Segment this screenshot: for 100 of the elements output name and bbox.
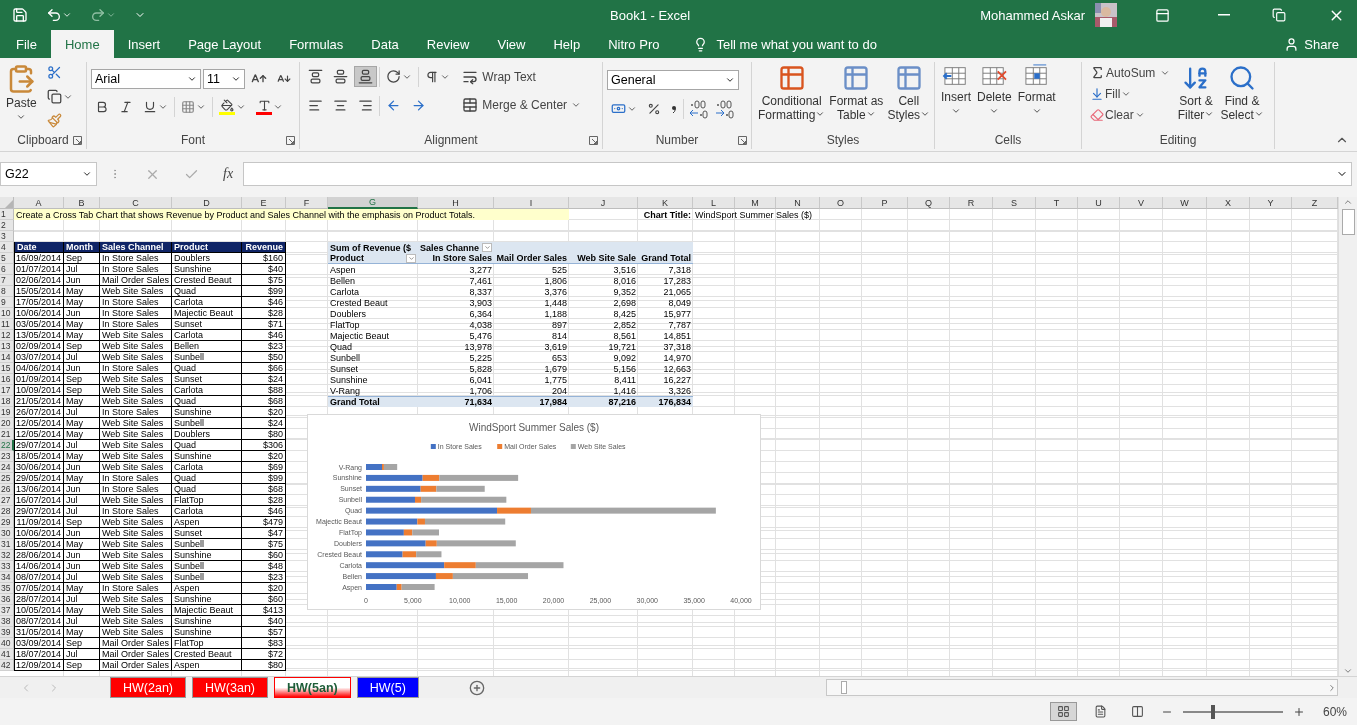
pivot-total-cell: Grand Total <box>328 396 418 407</box>
row-header[interactable]: 1 <box>0 209 14 220</box>
table-cell: $479 <box>242 517 286 528</box>
menu-tab[interactable]: File <box>2 30 51 58</box>
menu-tab[interactable]: Nitro Pro <box>594 30 674 58</box>
delete-button[interactable]: Delete <box>975 62 1014 131</box>
pivot-cell-text: 3,277 <box>468 264 493 275</box>
sheet-tab[interactable]: HW(2an) <box>110 677 186 698</box>
column-header[interactable]: K <box>638 197 693 209</box>
column-header[interactable]: G <box>328 197 418 209</box>
conditional-formatting-button[interactable]: Conditional Formatting <box>756 62 828 131</box>
row-header[interactable]: 2 <box>0 220 14 231</box>
column-header[interactable]: H <box>418 197 494 209</box>
group-label: Clipboard <box>17 133 69 147</box>
column-header[interactable]: M <box>735 197 776 209</box>
pivot-cell-text: 5,156 <box>612 363 637 374</box>
group-label: Styles <box>826 133 860 147</box>
row-header[interactable]: 3 <box>0 231 14 242</box>
menu-tab[interactable]: Home <box>50 30 114 58</box>
menu-tab[interactable]: Insert <box>113 30 175 58</box>
table-cell: $40 <box>242 616 286 627</box>
sheet-tab[interactable]: HW(3an) <box>192 677 269 698</box>
column-header[interactable]: I <box>494 197 569 209</box>
row-header[interactable]: 42 <box>0 660 14 671</box>
pivot-total-cell: 71,634 <box>418 396 494 407</box>
menu-tab[interactable]: Help <box>539 30 595 58</box>
menu-tab[interactable]: Data <box>357 30 413 58</box>
clear-button[interactable]: Clear <box>1086 105 1174 125</box>
table-cell: Jul <box>64 264 100 275</box>
menu-tab[interactable]: View <box>483 30 540 58</box>
table-cell: $80 <box>242 429 286 440</box>
pivot-cell-text: 1,188 <box>543 308 568 319</box>
name-box[interactable]: G22 <box>0 162 97 186</box>
fill-button[interactable]: Fill <box>1086 84 1174 104</box>
merge-center-button[interactable]: Merge & Center <box>458 94 586 116</box>
column-header[interactable]: J <box>569 197 638 209</box>
table-cell: $50 <box>242 352 286 363</box>
column-header[interactable]: U <box>1078 197 1120 209</box>
sheet-tab[interactable]: HW(5an) <box>274 677 351 698</box>
column-header[interactable]: W <box>1163 197 1207 209</box>
column-header[interactable]: L <box>693 197 735 209</box>
font-name-field[interactable]: Arial <box>91 69 201 89</box>
column-header[interactable]: S <box>993 197 1036 209</box>
column-header[interactable]: Z <box>1292 197 1338 209</box>
cell-styles-button[interactable]: Cell Styles <box>885 62 933 131</box>
find-select-button[interactable]: Find & Select <box>1218 62 1266 131</box>
column-header[interactable]: A <box>14 197 64 209</box>
table-cell: $46 <box>242 297 286 308</box>
pivot-cell-text: 653 <box>550 352 568 363</box>
column-header[interactable]: B <box>64 197 100 209</box>
menu-tab[interactable]: Formulas <box>275 30 358 58</box>
number-format-field[interactable]: General <box>607 70 739 90</box>
row-header[interactable]: 7 <box>0 275 14 286</box>
column-header[interactable]: O <box>820 197 862 209</box>
column-header[interactable]: Y <box>1250 197 1292 209</box>
column-header[interactable]: E <box>242 197 286 209</box>
zoom-level: 60% <box>1322 704 1347 719</box>
group-label: Number <box>655 133 699 147</box>
share-button[interactable]: Share <box>1278 30 1345 58</box>
column-header[interactable]: Q <box>908 197 950 209</box>
menu-tab[interactable]: Page Layout <box>174 30 276 58</box>
tell-me-search[interactable]: Tell me what you want to do <box>687 30 883 58</box>
font-size-field[interactable]: 11 <box>203 69 245 89</box>
user-name: Mohammed Askar <box>980 7 1085 23</box>
pivot-cell-text: V-Rang <box>329 385 362 396</box>
insert-button[interactable]: Insert <box>939 62 973 131</box>
column-header[interactable]: X <box>1207 197 1250 209</box>
table-cell: Jun <box>64 561 100 572</box>
table-cell: Jul <box>64 440 100 451</box>
pivot-cell-text: 1,775 <box>543 374 568 385</box>
column-header[interactable]: D <box>172 197 242 209</box>
column-header[interactable]: R <box>950 197 993 209</box>
table-cell: $69 <box>242 462 286 473</box>
column-header[interactable]: N <box>776 197 820 209</box>
column-header[interactable]: T <box>1036 197 1078 209</box>
pivot-cell-text: 8,411 <box>613 374 637 385</box>
sheet-tab[interactable]: HW(5) <box>356 677 419 698</box>
table-cell: $99 <box>242 286 286 297</box>
group-label: Cells <box>994 133 1022 147</box>
format-as-table-button[interactable]: Format as Table <box>827 62 886 131</box>
pivot-cell-text: 7,787 <box>667 319 692 330</box>
column-header[interactable]: V <box>1120 197 1163 209</box>
wrap-text-button[interactable]: Wrap Text <box>458 66 586 88</box>
pivot-cell-text: 814 <box>550 330 568 341</box>
menu-tab[interactable]: Review <box>412 30 484 58</box>
table-cell: $24 <box>242 374 286 385</box>
format-button[interactable]: Format <box>1015 62 1058 131</box>
autosum-button[interactable]: AutoSum <box>1086 62 1174 83</box>
insert-function-button[interactable]: fx <box>223 166 234 182</box>
pivot-cell-text: 5,828 <box>468 363 493 374</box>
pivot-cell-text: 9,092 <box>612 352 637 363</box>
sort-filter-button[interactable]: Sort & Filter <box>1175 62 1217 131</box>
paste-button[interactable]: Paste <box>4 62 39 131</box>
pivot-cell-text: 37,318 <box>662 341 692 352</box>
table-cell: Jun <box>64 308 100 319</box>
column-header[interactable]: P <box>862 197 908 209</box>
pivot-cell-text: 7,318 <box>667 264 692 275</box>
column-header[interactable]: F <box>286 197 328 209</box>
column-header[interactable]: C <box>100 197 172 209</box>
table-cell: $80 <box>242 660 286 671</box>
